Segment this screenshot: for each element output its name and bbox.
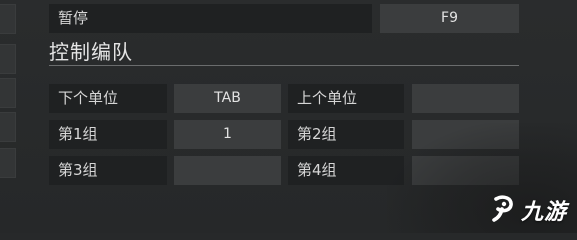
jiuyou-logo-icon [488, 193, 518, 227]
group4-label: 第4组 [288, 156, 404, 185]
cropped-left-control[interactable] [0, 44, 16, 74]
watermark-brand-text: 九游 [520, 200, 567, 225]
prev-unit-key-button[interactable] [412, 84, 519, 113]
prev-unit-label: 上个单位 [288, 84, 404, 113]
watermark-logo: 九游 [488, 193, 567, 227]
cropped-left-control[interactable] [0, 78, 16, 108]
group2-label: 第2组 [288, 120, 404, 149]
section-divider [49, 65, 519, 66]
cropped-left-control[interactable] [0, 4, 16, 34]
section-title: 控制编队 [49, 40, 133, 64]
group2-key-button[interactable] [412, 120, 519, 149]
pause-key-button[interactable]: F9 [380, 4, 519, 33]
group1-label: 第1组 [49, 120, 167, 149]
next-unit-key-button[interactable]: TAB [174, 84, 281, 113]
cropped-left-control[interactable] [0, 112, 16, 142]
cropped-left-control[interactable] [0, 148, 16, 178]
pause-label: 暂停 [49, 4, 372, 33]
next-unit-label: 下个单位 [49, 84, 167, 113]
group4-key-button[interactable] [412, 156, 519, 185]
keybinding-settings-panel: 暂停 F9 控制编队 下个单位 TAB 上个单位 第1组 1 第2组 第3组 第… [0, 0, 577, 233]
group1-key-button[interactable]: 1 [174, 120, 281, 149]
group3-key-button[interactable] [174, 156, 281, 185]
group3-label: 第3组 [49, 156, 167, 185]
